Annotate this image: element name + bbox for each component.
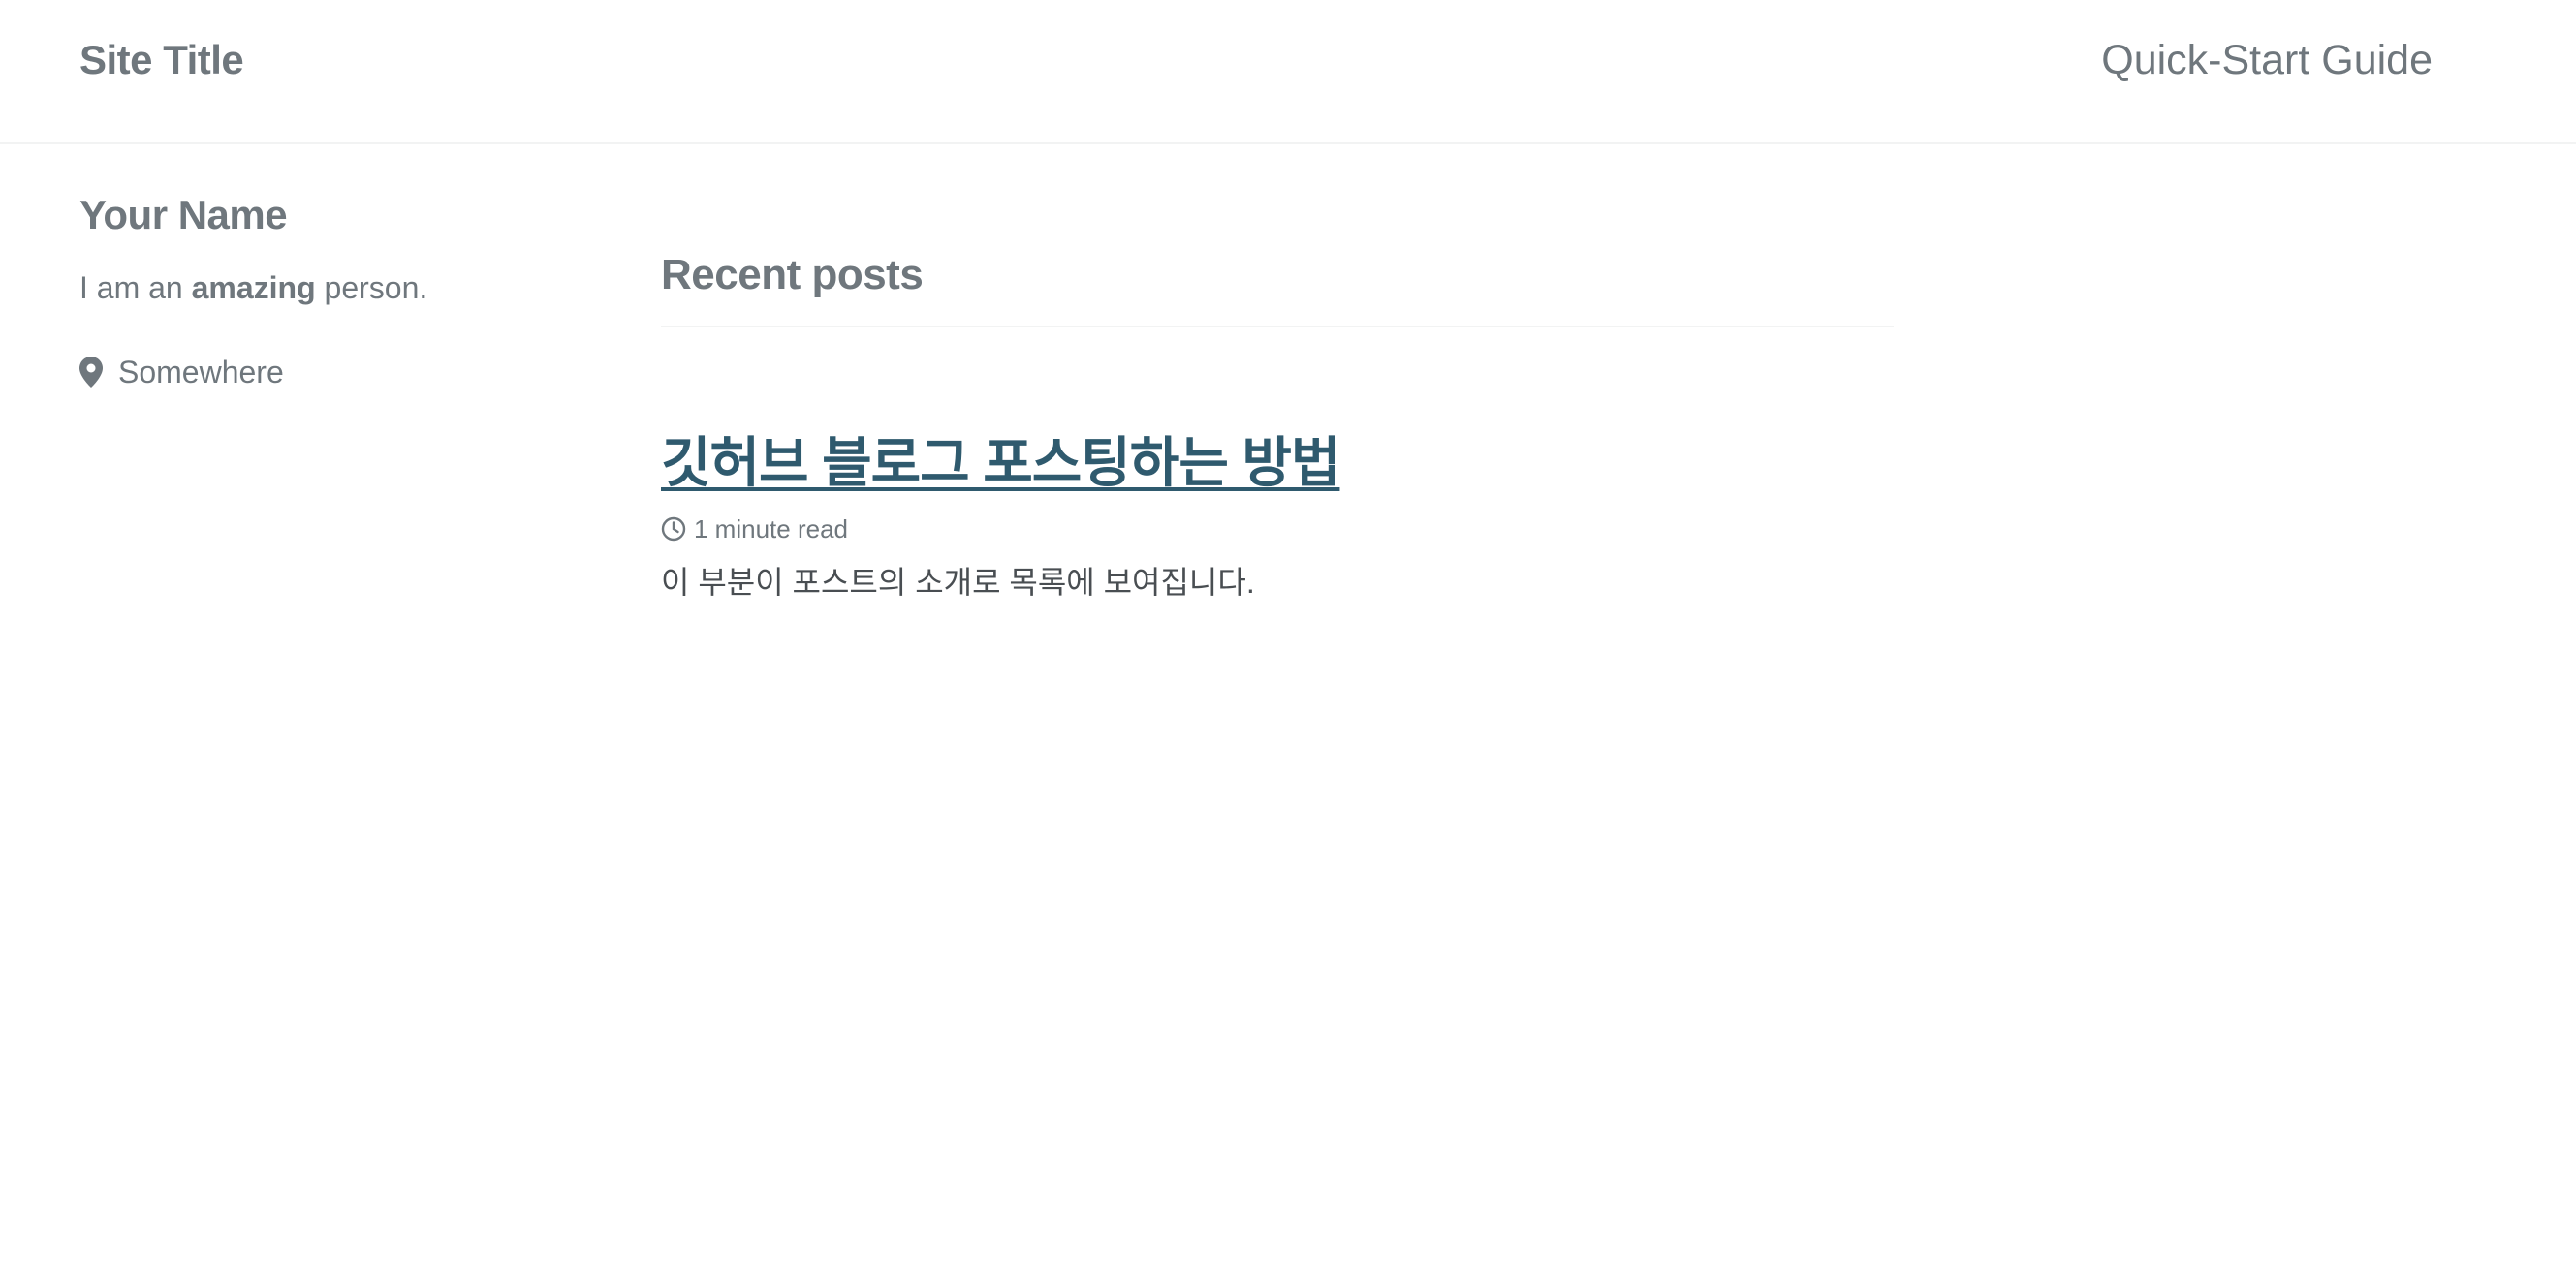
recent-posts-heading: Recent posts <box>661 242 1894 327</box>
post-title-link[interactable]: 깃허브 블로그 포스팅하는 방법 <box>661 428 1340 498</box>
post-excerpt: 이 부분이 포스트의 소개로 목록에 보여집니다. <box>661 565 1255 600</box>
map-marker-icon <box>79 357 103 388</box>
author-sidebar: Your Name I am an amazing person. Somewh… <box>79 184 545 393</box>
nav-item-quick-start-guide[interactable]: Quick-Start Guide <box>2101 31 2433 89</box>
post-item: 깃허브 블로그 포스팅하는 방법 1 minute read 이 부분이 포스트… <box>661 428 1894 605</box>
author-bio-text-end: person. <box>315 270 428 305</box>
author-name: Your Name <box>79 192 288 237</box>
author-bio: I am an amazing person. <box>79 264 545 312</box>
post-meta: 1 minute read <box>661 512 1894 546</box>
author-bio-emphasis: amazing <box>191 270 316 305</box>
masthead: Site Title Quick-Start Guide <box>0 0 2576 144</box>
author-bio-text: I am an <box>79 270 192 305</box>
main-content: Recent posts 깃허브 블로그 포스팅하는 방법 1 minute r… <box>661 242 1894 636</box>
clock-icon <box>661 516 686 542</box>
author-location: Somewhere <box>79 351 545 393</box>
site-title-link[interactable]: Site Title <box>79 31 244 89</box>
author-location-text: Somewhere <box>118 355 284 389</box>
read-time: 1 minute read <box>694 514 848 543</box>
